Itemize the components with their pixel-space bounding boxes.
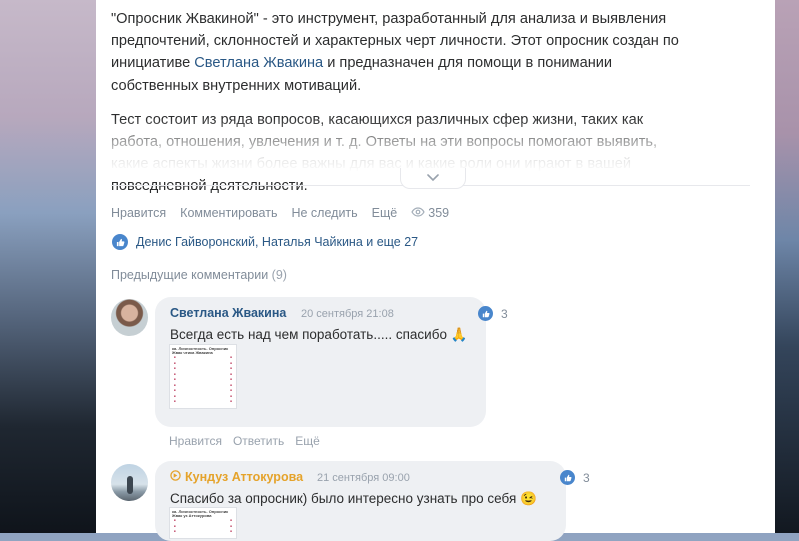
like-icon	[478, 306, 493, 321]
comment-reply-link[interactable]: Ответить	[233, 434, 284, 448]
comment-date[interactable]: 20 сентября 21:08	[301, 308, 394, 320]
comment-text: Всегда есть над чем поработать..... спас…	[170, 327, 468, 343]
comment-attachment-image[interactable]: ка. Личностность. Опросник Жвак уз Атток…	[169, 507, 237, 539]
like-icon	[112, 234, 128, 250]
previous-comments-count: (9)	[271, 268, 287, 282]
comment-author: Кундуз Аттокурова	[185, 470, 304, 484]
views-count: 359	[428, 206, 450, 220]
comment-text: Спасибо за опросник) было интересно узна…	[170, 491, 537, 507]
background-left	[0, 0, 96, 533]
comment-like-button[interactable]: 3	[560, 470, 590, 485]
likers-row[interactable]: Денис Гайворонский, Наталья Чайкина и ещ…	[112, 234, 418, 250]
previous-comments-link[interactable]: Предыдущие комментарии (9)	[111, 268, 287, 282]
comment-more-link[interactable]: Ещё	[295, 434, 320, 448]
post-paragraph-1: "Опросник Жвакиной" - это инструмент, ра…	[111, 8, 696, 97]
expand-post-button[interactable]	[400, 168, 466, 189]
avatar[interactable]	[111, 299, 148, 336]
comment-button[interactable]: Комментировать	[180, 206, 277, 220]
comment-like-link[interactable]: Нравится	[169, 434, 222, 448]
comment-actions: Нравится Ответить Ещё	[169, 434, 331, 448]
post-actions: Нравится Комментировать Не следить Ещё 3…	[111, 206, 449, 220]
likers-text: Денис Гайворонский, Наталья Чайкина и ещ…	[136, 235, 419, 249]
views-counter: 359	[411, 206, 449, 220]
post-card: "Опросник Жвакиной" - это инструмент, ра…	[96, 0, 775, 541]
comment-like-count: 3	[583, 470, 590, 485]
like-button[interactable]: Нравится	[111, 206, 166, 220]
comment-attachment-image[interactable]: ка. Личностность. Опросник Жвак чтика Жв…	[169, 344, 237, 409]
wink-emoji-icon: 😉	[520, 491, 537, 506]
comment-author[interactable]: Светлана Жвакина	[170, 306, 286, 320]
more-button[interactable]: Ещё	[372, 206, 398, 220]
donut-badge-icon	[170, 470, 181, 484]
like-icon	[560, 470, 575, 485]
attachment-title: ка. Личностность. Опросник Жвак чтика Жв…	[172, 346, 229, 355]
background-right	[775, 0, 799, 533]
chevron-down-icon	[427, 169, 439, 187]
eye-icon	[411, 206, 428, 220]
comment-text-body: Спасибо за опросник) было интересно узна…	[170, 491, 517, 506]
comment-date[interactable]: 21 сентября 09:00	[317, 472, 410, 484]
comment-author-row[interactable]: Кундуз Аттокурова	[170, 470, 303, 484]
text-fade-overlay	[96, 118, 775, 172]
unfollow-button[interactable]: Не следить	[291, 206, 357, 220]
previous-comments-label: Предыдущие комментарии	[111, 268, 269, 282]
pray-emoji-icon: 🙏	[450, 327, 468, 342]
author-mention-link[interactable]: Светлана Жвакина	[194, 55, 323, 71]
comment-like-button[interactable]: 3	[478, 306, 508, 321]
comment-like-count: 3	[501, 306, 508, 321]
attachment-title: ка. Личностность. Опросник Жвак уз Атток…	[172, 509, 229, 518]
avatar[interactable]	[111, 464, 148, 501]
comment-text-body: Всегда есть над чем поработать..... спас…	[170, 327, 447, 342]
